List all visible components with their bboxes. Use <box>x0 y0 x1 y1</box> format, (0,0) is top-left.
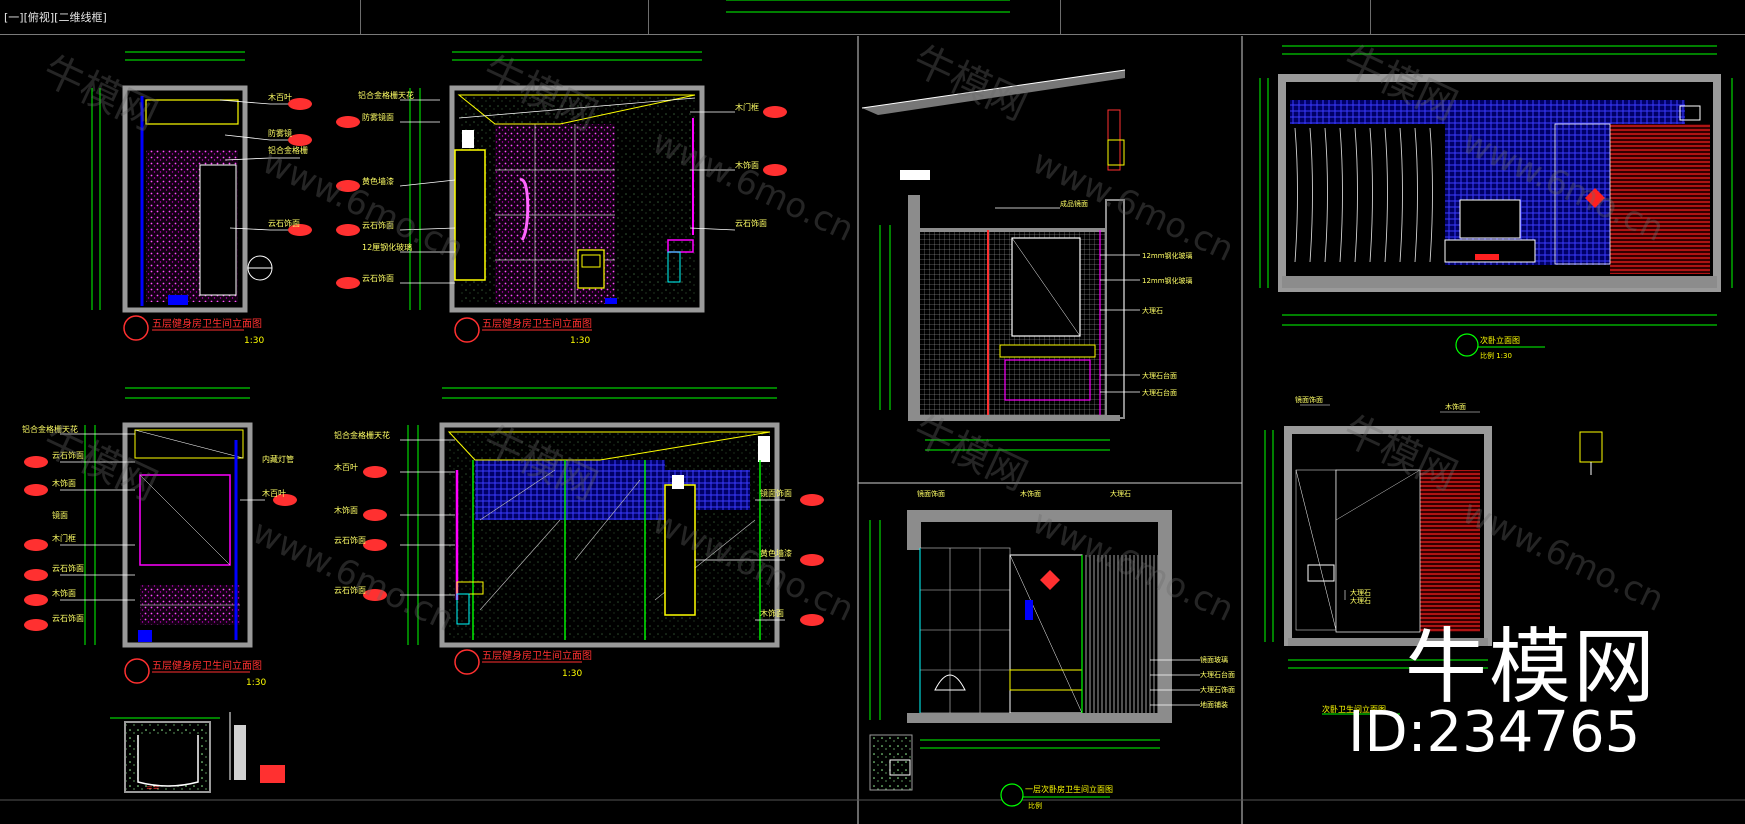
drawing-vanity-elevation[interactable]: 成品镜面 12mm钢化玻璃 12mm钢化玻璃 大理石 大理石台面 大理石台面 <box>861 69 1193 451</box>
svg-text:云石饰面: 云石饰面 <box>52 613 84 623</box>
svg-text:12mm钢化玻璃: 12mm钢化玻璃 <box>1142 251 1193 260</box>
svg-text:云石饰面: 云石饰面 <box>362 273 394 283</box>
svg-text:地面铺装: 地面铺装 <box>1200 700 1228 709</box>
svg-text:大理石: 大理石 <box>1110 489 1131 498</box>
svg-text:木百叶: 木百叶 <box>268 92 292 102</box>
svg-text:大理石: 大理石 <box>1142 306 1163 315</box>
brand-model-id: ID:234765 <box>1348 700 1641 765</box>
svg-text:镜面: 镜面 <box>52 510 68 520</box>
svg-text:12mm钢化玻璃: 12mm钢化玻璃 <box>1142 276 1193 285</box>
svg-text:木饰面: 木饰面 <box>1445 402 1466 411</box>
drawing-scale: 1:30 <box>562 669 582 679</box>
svg-text:防雾镜: 防雾镜 <box>268 128 292 138</box>
svg-text:木门框: 木门框 <box>52 533 76 543</box>
svg-text:云石饰面: 云石饰面 <box>268 218 300 228</box>
svg-text:大理石台面: 大理石台面 <box>1200 670 1235 679</box>
watermark-brand: 牛模网 <box>906 407 1034 499</box>
drawing-guest-bedroom-elevation[interactable]: 次卧立面图 比例 1:30 <box>1259 45 1733 360</box>
svg-text:防雾镜面: 防雾镜面 <box>362 112 394 122</box>
svg-text:木百叶: 木百叶 <box>334 462 358 472</box>
watermark-domain: www.6mo.cn <box>246 512 460 640</box>
svg-text:镜面玻璃: 镜面玻璃 <box>1200 655 1228 664</box>
drawing-scale: 1:30 <box>246 678 266 688</box>
svg-text:云石饰面: 云石饰面 <box>334 535 366 545</box>
svg-text:内藏灯管: 内藏灯管 <box>262 454 294 464</box>
drawing-title: 五层健身房卫生间立面图 <box>152 317 262 330</box>
drawing-detail-sections[interactable]: == <box>110 712 285 793</box>
drawing-scale: 1:30 <box>244 336 264 346</box>
drawing-title: 五层健身房卫生间立面图 <box>152 659 262 672</box>
svg-text:铝合金格栅天花: 铝合金格栅天花 <box>358 90 414 100</box>
svg-text:==: == <box>146 783 159 792</box>
svg-text:大理石台面: 大理石台面 <box>1142 371 1177 380</box>
svg-text:木饰面: 木饰面 <box>760 608 784 618</box>
drawing-title: 五层健身房卫生间立面图 <box>482 649 592 662</box>
svg-text:木门框: 木门框 <box>735 102 759 112</box>
svg-text:铝合金格栅天花: 铝合金格栅天花 <box>334 430 390 440</box>
svg-text:木饰面: 木饰面 <box>52 478 76 488</box>
svg-text:木饰面: 木饰面 <box>1020 489 1041 498</box>
svg-text:大理石: 大理石 <box>1350 596 1371 605</box>
svg-text:镜面饰面: 镜面饰面 <box>1295 395 1323 404</box>
drawing-title: 次卧立面图 <box>1480 335 1520 345</box>
svg-text:木百叶: 木百叶 <box>262 488 286 498</box>
drawing-title: 五层健身房卫生间立面图 <box>482 317 592 330</box>
svg-text:大理石饰面: 大理石饰面 <box>1200 685 1235 694</box>
svg-text:大理石台面: 大理石台面 <box>1142 388 1177 397</box>
svg-text:镜面饰面: 镜面饰面 <box>917 489 945 498</box>
svg-text:大理石: 大理石 <box>1350 588 1371 597</box>
svg-text:木饰面: 木饰面 <box>52 588 76 598</box>
svg-text:黄色墙漆: 黄色墙漆 <box>362 176 394 186</box>
svg-text:镜面饰面: 镜面饰面 <box>760 488 792 498</box>
drawing-scale: 1:30 <box>570 336 590 346</box>
watermark-brand: 牛模网 <box>36 417 164 509</box>
drawing-5f-gym-bathroom-elevation-d[interactable]: 铝合金格栅天花 木百叶 木饰面 云石饰面 云石饰面 镜面饰面 黄色墙漆 木饰面 … <box>334 387 824 679</box>
svg-text:云石饰面: 云石饰面 <box>52 563 84 573</box>
drawing-title: 一层次卧房卫生间立面图 <box>1025 784 1113 794</box>
svg-text:云石饰面: 云石饰面 <box>735 218 767 228</box>
drawing-scale: 比例 1:30 <box>1480 351 1512 360</box>
svg-text:木饰面: 木饰面 <box>334 505 358 515</box>
drawing-scale: 比例 <box>1028 801 1042 810</box>
watermark-brand: 牛模网 <box>906 37 1034 129</box>
